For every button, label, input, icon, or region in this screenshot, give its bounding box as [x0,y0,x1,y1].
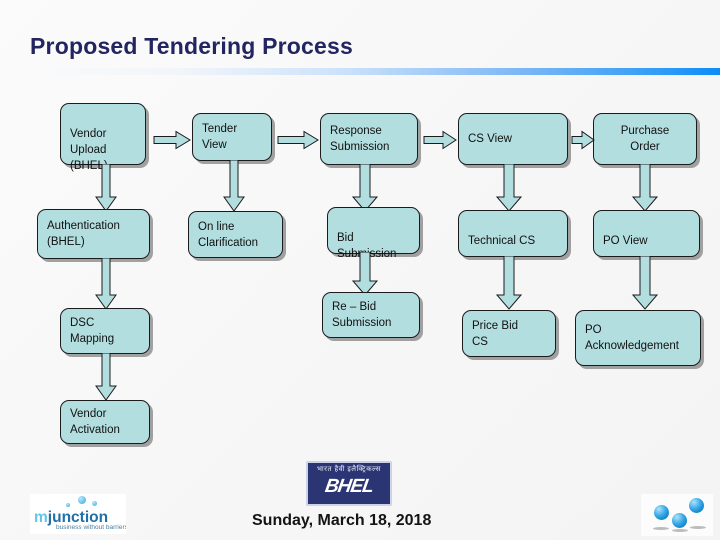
mjunction-tagline: business without barriers [56,524,126,531]
flow-node-cs-view[interactable]: CS View [458,113,568,165]
connector-purchase-order-to-po-view [632,164,658,212]
connector-vendor-upload-to-tender-view [153,130,191,150]
bhel-logo: भारत हैवी इलैक्ट्रिकल्स BHEL [306,461,392,506]
connector-response-submission-to-bid-submission [352,164,378,212]
flow-node-label: PO View [603,235,648,247]
flow-node-label: Response Submission [330,125,390,153]
flow-node-vendor-activation[interactable]: Vendor Activation [60,400,150,444]
flow-node-label: On line Clarification [198,220,259,249]
connector-tender-view-to-online-clarification [223,160,245,212]
flow-node-label: CS View [468,133,512,145]
flow-node-label: Price Bid CS [472,319,519,348]
mjunction-wordmark-m: m [34,509,48,526]
connector-cs-view-to-technical-cs [496,164,522,212]
flow-node-po-view[interactable]: PO View [593,210,700,257]
flow-node-po-acknowledgement[interactable]: PO Acknowledgement [575,310,701,366]
sphere-icon [689,498,704,513]
flow-node-label: Tender View [202,123,238,151]
flow-node-response-submission[interactable]: Response Submission [320,113,418,165]
flow-node-bid-submission[interactable]: Bid Submission [327,207,420,260]
slide-canvas: Proposed Tendering Process Vendor Upload… [0,0,720,540]
connector-dsc-mapping-to-vendor-activation [95,353,117,401]
connector-technical-cs-to-price-bid-cs [496,256,522,310]
flow-node-label: PO Acknowledgement [585,324,679,352]
mjunction-bubble-small [66,503,70,507]
flow-node-label: Vendor Activation [70,408,120,436]
flow-node-label: DSC Mapping [70,317,115,345]
flow-node-re-bid-submission[interactable]: Re – Bid Submission [322,292,420,338]
flow-node-technical-cs[interactable]: Technical CS [458,210,568,257]
connector-vendor-upload-to-authentication [95,164,117,212]
flow-node-online-clarification[interactable]: On line Clarification [188,211,283,258]
connector-cs-view-to-purchase-order [571,130,595,150]
connector-authentication-to-dsc-mapping [95,258,117,310]
flow-node-vendor-upload[interactable]: Vendor Upload (BHEL) [60,103,146,172]
connector-tender-view-to-response-submission [277,130,319,150]
flow-node-label: Authentication (BHEL) [47,220,120,248]
sphere-shadow [690,526,706,529]
flow-node-tender-view[interactable]: Tender View [192,113,272,161]
mjunction-bubble-medium [92,501,97,506]
mjunction-bubble-large [78,496,86,504]
flow-node-label: Re – Bid Submission [332,301,392,329]
bhel-logo-wordmark: BHEL [323,476,375,497]
sphere-shadow [672,529,688,532]
page-title: Proposed Tendering Process [30,33,354,59]
connector-po-view-to-po-acknowledgement [632,256,658,310]
sphere-icon [672,513,687,528]
flow-node-price-bid-cs[interactable]: Price Bid CS [462,310,556,357]
mjunction-logo: mjunction business without barriers [30,494,126,534]
title-underline-bar [28,68,720,75]
slide-date: Sunday, March 18, 2018 [252,512,432,529]
connector-bid-submission-to-re-bid-submission [352,252,378,296]
decorative-spheres [641,494,713,536]
connector-response-submission-to-cs-view [423,130,457,150]
flow-node-label: Purchase Order [620,125,670,153]
flow-node-purchase-order[interactable]: Purchase Order [593,113,697,165]
flow-node-label: Technical CS [468,235,536,247]
sphere-shadow [653,527,669,530]
bhel-logo-hindi-text: भारत हैवी इलैक्ट्रिकल्स [316,466,382,473]
flow-node-dsc-mapping[interactable]: DSC Mapping [60,308,150,354]
flow-node-authentication[interactable]: Authentication (BHEL) [37,209,150,259]
sphere-icon [654,505,669,520]
